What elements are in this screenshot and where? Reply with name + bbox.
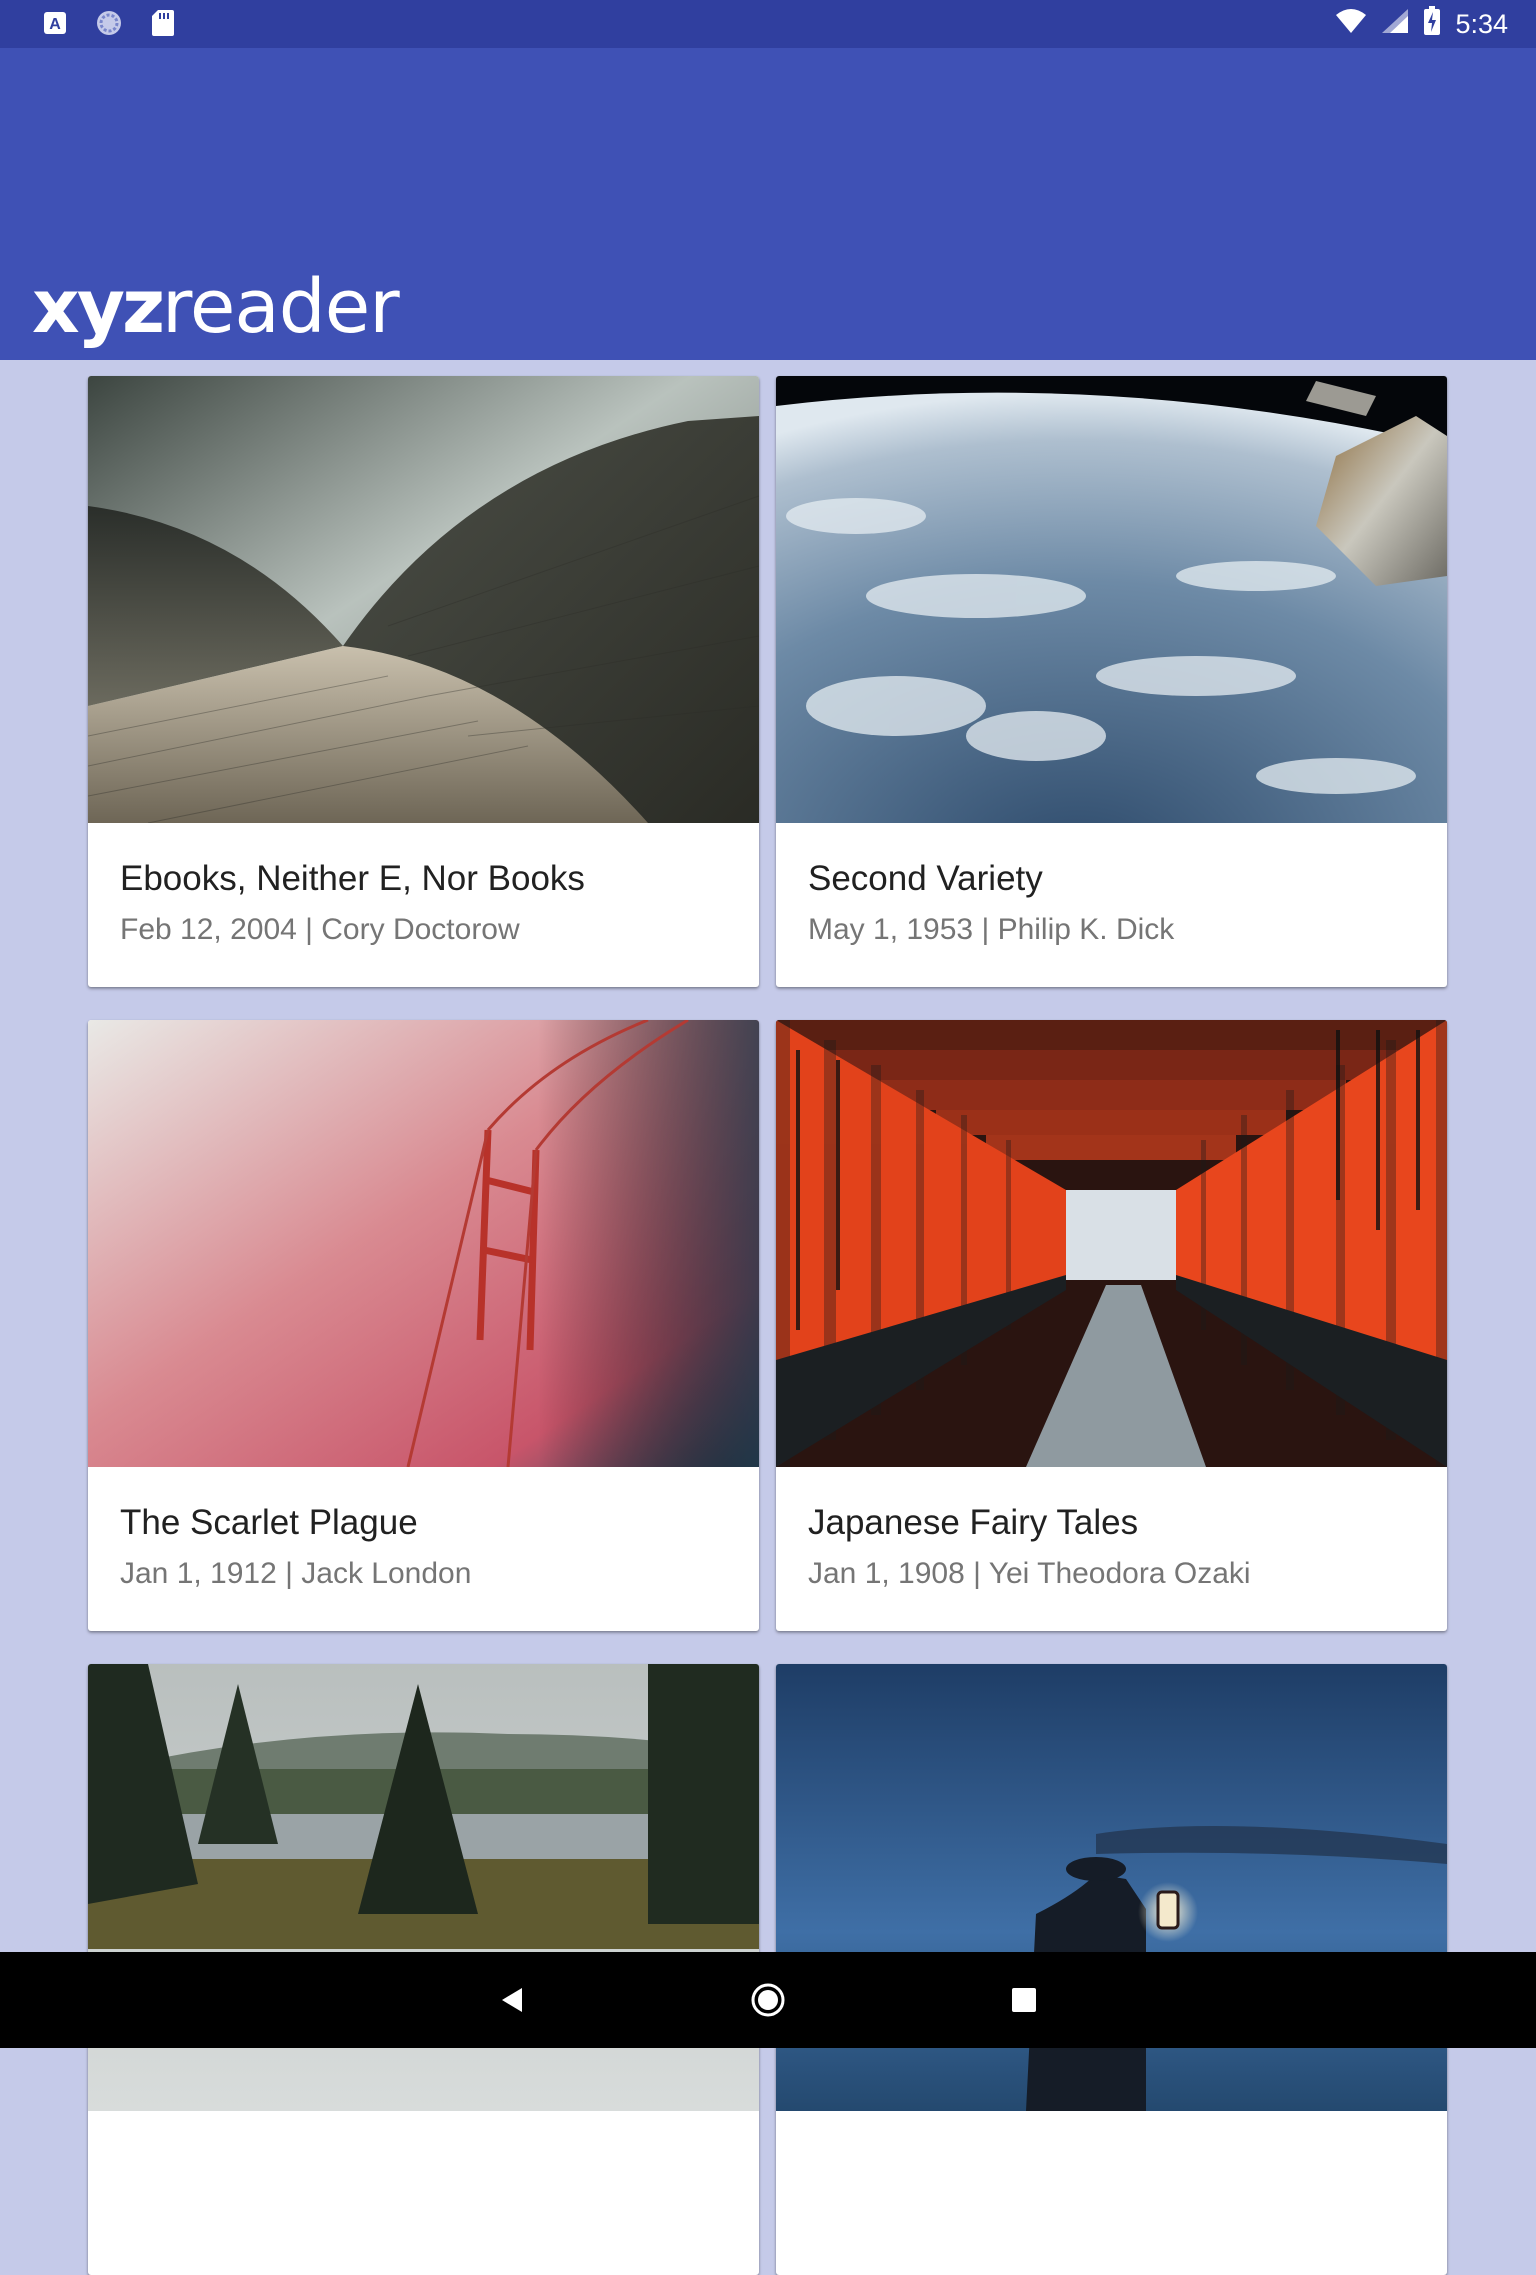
earth-from-space-photo	[776, 376, 1447, 823]
logo-regular-text: reader	[162, 264, 400, 350]
app-bar: xyzreader	[0, 48, 1536, 360]
opera-house-roof-photo	[88, 376, 759, 823]
logo-bold-text: xyz	[32, 264, 165, 350]
recents-icon[interactable]	[1000, 1976, 1048, 2024]
article-meta: May 1, 1953 | Philip K. Dick	[808, 913, 1175, 946]
status-bar: A 5:34	[0, 0, 1536, 48]
home-icon[interactable]	[744, 1976, 792, 2024]
article-title: Second Variety	[808, 859, 1043, 898]
status-left-icons: A	[40, 8, 178, 38]
article-meta: Jan 1, 1908 | Yei Theodora Ozaki	[808, 1557, 1251, 1590]
app-logo: xyzreader	[32, 262, 400, 352]
app-a-icon: A	[40, 8, 70, 38]
battery-charging-icon	[1423, 6, 1441, 43]
article-card[interactable]: The Scarlet Plague Jan 1, 1912 | Jack Lo…	[88, 1020, 759, 1631]
article-card[interactable]: Second Variety May 1, 1953 | Philip K. D…	[776, 376, 1447, 987]
sync-icon	[94, 8, 124, 38]
article-meta: Jan 1, 1912 | Jack London	[120, 1557, 472, 1590]
golden-gate-fog-photo	[88, 1020, 759, 1467]
article-title: Japanese Fairy Tales	[808, 1503, 1139, 1542]
navigation-bar	[0, 1952, 1536, 2048]
svg-text:A: A	[49, 16, 61, 33]
status-right: 5:34	[1335, 6, 1508, 43]
article-title: The Scarlet Plague	[120, 1503, 418, 1542]
torii-gates-photo	[776, 1020, 1447, 1467]
status-time: 5:34	[1455, 9, 1508, 39]
article-meta: Feb 12, 2004 | Cory Doctorow	[120, 913, 520, 946]
article-card[interactable]: Ebooks, Neither E, Nor Books Feb 12, 200…	[88, 376, 759, 987]
sd-card-icon	[148, 8, 178, 38]
wifi-icon	[1335, 8, 1367, 41]
article-card[interactable]: Japanese Fairy Tales Jan 1, 1908 | Yei T…	[776, 1020, 1447, 1631]
article-title: Ebooks, Neither E, Nor Books	[120, 859, 585, 898]
signal-icon	[1381, 8, 1409, 41]
back-icon[interactable]	[488, 1976, 536, 2024]
